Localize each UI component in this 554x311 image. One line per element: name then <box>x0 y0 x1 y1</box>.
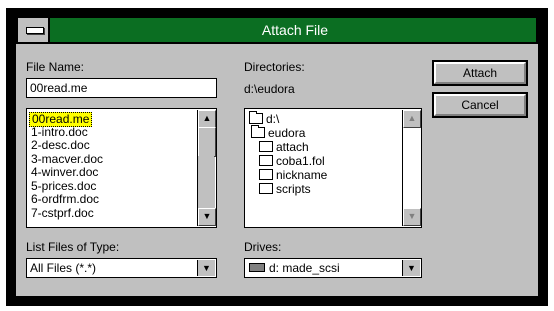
drive-combobox[interactable]: d: made_scsi ▼ <box>244 258 422 278</box>
file-list-item[interactable]: 5-prices.doc <box>31 179 96 193</box>
system-menu-button[interactable] <box>16 16 50 44</box>
folder-icon <box>259 155 273 167</box>
file-list[interactable]: 00read.me 1-intro.doc 2-desc.doc 3-macver.d… <box>26 108 217 228</box>
directory-list-item[interactable]: attach <box>259 140 309 154</box>
open-folder-icon <box>251 125 265 139</box>
folder-icon <box>259 141 273 153</box>
directory-name: attach <box>276 140 309 154</box>
dropdown-arrow-icon[interactable]: ▼ <box>402 260 420 276</box>
window-title: Attach File <box>261 22 329 38</box>
directories-label: Directories: <box>244 60 305 74</box>
hard-drive-icon <box>249 263 265 273</box>
drives-label: Drives: <box>244 240 282 254</box>
list-files-of-type-label: List Files of Type: <box>26 240 120 254</box>
directory-list-item[interactable]: scripts <box>259 182 311 196</box>
drive-value: d: made_scsi <box>269 261 340 275</box>
directory-name: d:\ <box>266 112 280 126</box>
directory-list[interactable]: d:\ eudora attach coba1.fol nickname scripts … <box>244 108 422 228</box>
directory-name: scripts <box>276 182 311 196</box>
scroll-up-arrow-icon: ▲ <box>403 110 421 128</box>
scroll-down-arrow-icon[interactable]: ▼ <box>198 208 216 226</box>
file-type-combobox[interactable]: All Files (*.*) ▼ <box>26 258 217 278</box>
directory-list-item[interactable]: nickname <box>259 168 327 182</box>
file-list-scrollbar[interactable]: ▲ ▼ <box>197 110 216 226</box>
scroll-up-arrow-icon[interactable]: ▲ <box>198 110 216 128</box>
scroll-down-arrow-icon: ▼ <box>403 208 421 226</box>
open-folder-icon <box>249 111 263 125</box>
folder-icon <box>259 169 273 181</box>
current-directory-path: d:\eudora <box>244 82 295 96</box>
file-name-value: 00read.me <box>30 81 88 95</box>
directory-name: coba1.fol <box>276 154 325 168</box>
directory-name: eudora <box>268 126 306 140</box>
folder-icon <box>259 183 273 195</box>
system-menu-icon <box>26 27 44 34</box>
file-list-item[interactable]: 2-desc.doc <box>31 139 90 152</box>
attach-button[interactable]: Attach <box>432 60 528 86</box>
directory-list-item[interactable]: eudora <box>251 125 306 140</box>
dropdown-arrow-icon[interactable]: ▼ <box>197 260 215 276</box>
scroll-thumb[interactable] <box>198 127 216 157</box>
file-list-item[interactable]: 3-macver.doc <box>31 152 103 166</box>
directory-list-scrollbar: ▲ ▼ <box>402 110 421 226</box>
directory-list-item[interactable]: d:\ <box>249 111 280 126</box>
file-list-item[interactable]: 6-ordfrm.doc <box>31 193 99 206</box>
file-list-item[interactable]: 7-cstprf.doc <box>31 206 94 220</box>
directory-name: nickname <box>276 168 328 182</box>
scroll-track[interactable] <box>198 156 214 210</box>
directory-list-item[interactable]: coba1.fol <box>259 154 325 168</box>
file-type-value: All Files (*.*) <box>30 261 97 275</box>
file-name-input[interactable]: 00read.me <box>26 78 217 98</box>
file-list-item[interactable]: 4-winver.doc <box>31 166 98 179</box>
cancel-button[interactable]: Cancel <box>432 92 528 118</box>
file-name-label: File Name: <box>26 60 85 74</box>
file-list-item[interactable]: 1-intro.doc <box>31 125 88 139</box>
